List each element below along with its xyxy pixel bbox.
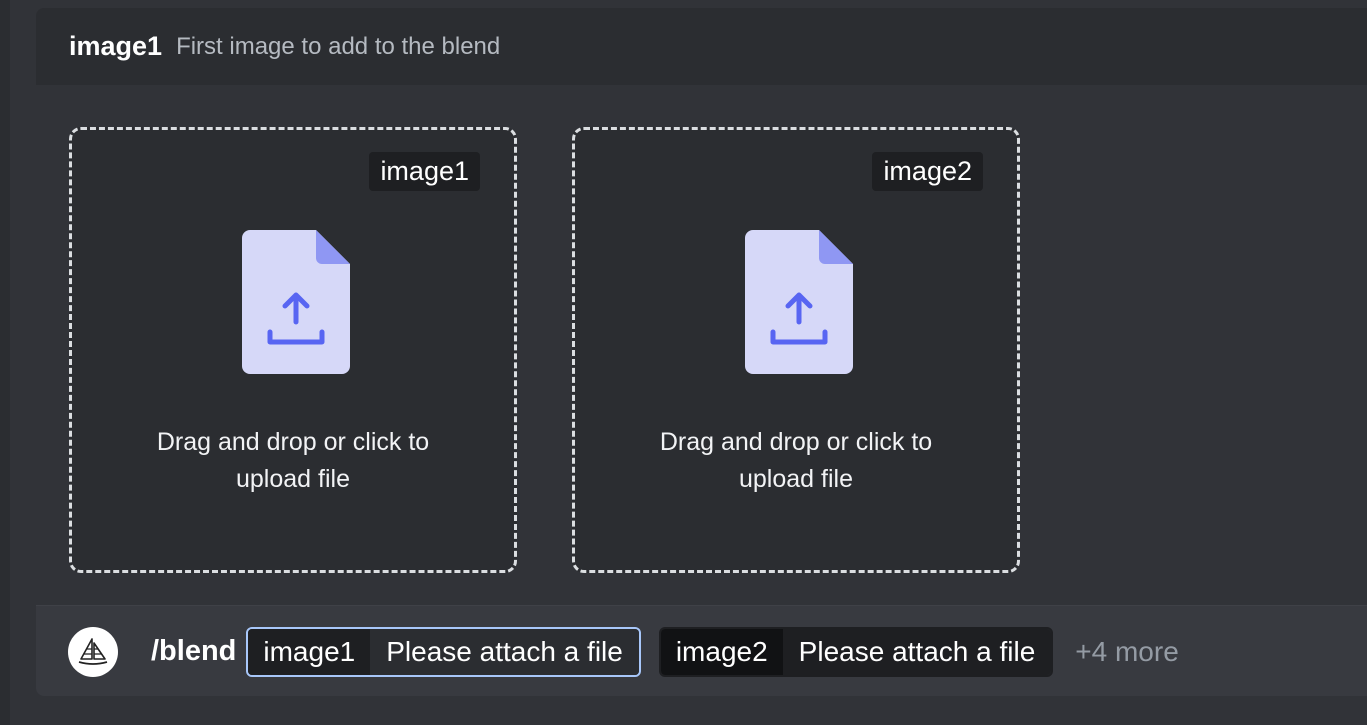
sailboat-icon [78,637,108,665]
command-name: /blend [151,635,237,667]
param-value: Please attach a file [370,628,639,675]
upload-dropzone-image1[interactable]: image1 Drag and drop or click to upload … [69,127,517,573]
param-chip-image2[interactable]: image2 Please attach a file [658,626,1054,677]
command-input-bar: /blend image1 Please attach a file image… [36,605,1367,696]
param-key: image1 [248,628,371,675]
dropzone-badge: image2 [872,152,983,191]
param-value: Please attach a file [782,628,1052,675]
dropzone-instructions: Drag and drop or click to upload file [659,428,933,493]
upload-dropzone-image2[interactable]: image2 Drag and drop or click to upload … [572,127,1020,573]
more-options-link[interactable]: +4 more [1075,636,1179,668]
bot-avatar [68,626,118,677]
dropzone-badge: image1 [369,152,480,191]
option-header: image1 First image to add to the blend [36,8,1367,85]
param-key: image2 [660,628,783,675]
dropzone-instructions: Drag and drop or click to upload file [156,428,430,493]
window-edge [0,0,10,725]
file-upload-icon [745,230,853,374]
option-description: First image to add to the blend [176,32,501,60]
dropzone-area: image1 Drag and drop or click to upload … [36,85,1367,605]
param-chip-image1[interactable]: image1 Please attach a file [246,626,641,677]
file-upload-icon [242,230,350,374]
option-name: image1 [69,31,163,61]
slash-command-panel: image1 First image to add to the blend i… [36,8,1367,696]
